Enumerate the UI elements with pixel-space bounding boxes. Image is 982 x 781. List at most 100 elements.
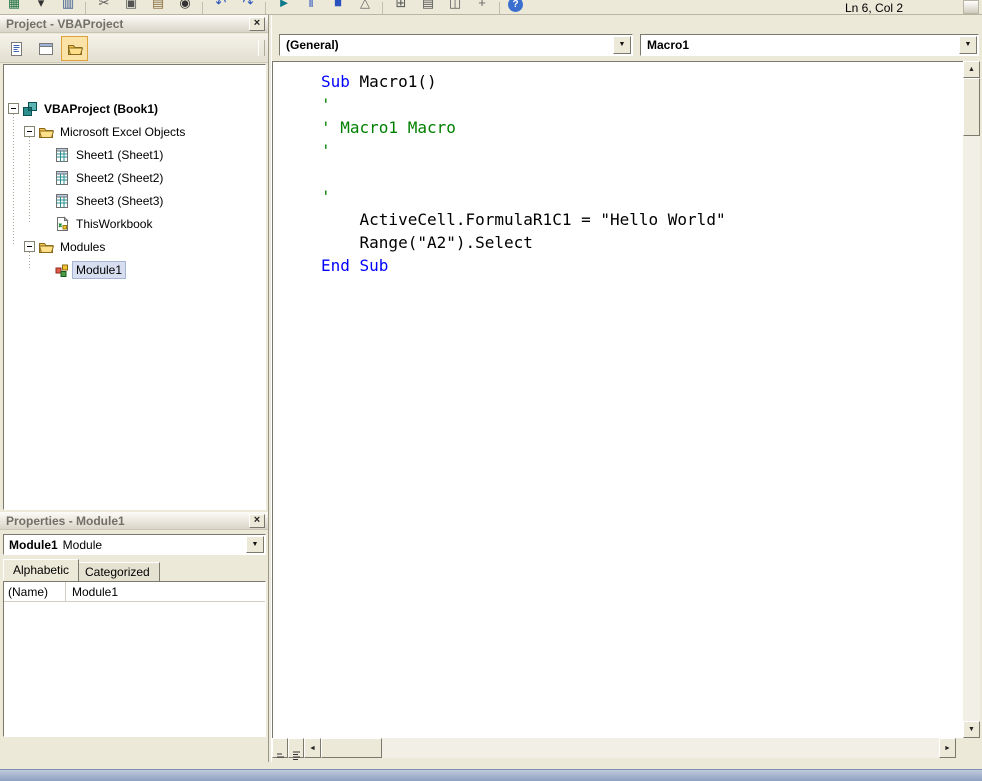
reset-icon[interactable]: ■ <box>328 0 348 13</box>
insert-userform-dropdown-icon[interactable]: ▾ <box>31 0 51 13</box>
tree-item-label: Sheet2 (Sheet2) <box>72 169 167 187</box>
horizontal-scroll-thumb[interactable] <box>321 738 382 758</box>
redo-icon[interactable]: ↷ <box>238 0 258 13</box>
copy-icon[interactable]: ▣ <box>121 0 141 13</box>
full-module-view-icon <box>292 751 302 760</box>
selected-object-type: Module <box>63 538 102 552</box>
property-value[interactable]: Module1 <box>66 585 265 599</box>
dropdown-arrow-icon[interactable]: ▼ <box>959 36 977 54</box>
scroll-right-button[interactable]: ► <box>939 738 956 758</box>
code-editor[interactable]: Sub Macro1()'' Macro1 Macro' ' ActiveCel… <box>272 61 963 738</box>
project-tree[interactable]: VBAProject (Book1) Microsoft Excel Object… <box>3 64 266 510</box>
toolbar-separator <box>202 2 203 14</box>
scrollbar-corner <box>956 738 982 758</box>
tree-item-module1[interactable]: Module1 <box>4 258 265 281</box>
tree-item-label: VBAProject (Book1) <box>40 100 162 118</box>
vertical-scroll-thumb[interactable] <box>963 78 980 136</box>
tree-item-label: Sheet1 (Sheet1) <box>72 146 167 164</box>
tree-item-microsoft-excel-objects[interactable]: Microsoft Excel Objects <box>4 120 265 143</box>
view-object-icon <box>38 41 54 57</box>
bottom-strip <box>0 769 982 781</box>
tab-categorized[interactable]: Categorized <box>75 562 160 581</box>
tree-item-sheet1-sheet1[interactable]: Sheet1 (Sheet1) <box>4 143 265 166</box>
properties-panel-titlebar[interactable]: Properties - Module1 × <box>0 512 268 530</box>
scroll-down-button[interactable]: ▼ <box>963 721 980 738</box>
folder-open-icon <box>38 124 56 140</box>
procedure-view-icon <box>276 752 286 760</box>
procedure-dropdown[interactable]: Macro1 ▼ <box>640 34 979 56</box>
project-explorer-icon[interactable]: ⊞ <box>391 0 411 13</box>
break-icon[interactable]: ‖ <box>301 0 321 13</box>
code-line: ' <box>321 139 963 162</box>
tree-item-sheet2-sheet2[interactable]: Sheet2 (Sheet2) <box>4 166 265 189</box>
toolbox-icon[interactable]: + <box>472 0 492 13</box>
tree-collapse-icon[interactable] <box>24 241 35 252</box>
horizontal-scrollbar[interactable]: ◄ ► <box>304 738 956 758</box>
view-excel-icon[interactable]: ▦ <box>4 0 24 13</box>
workbook-icon <box>54 216 72 232</box>
module-icon <box>54 262 72 278</box>
object-browser-icon[interactable]: ◫ <box>445 0 465 13</box>
properties-window-icon[interactable]: ▤ <box>418 0 438 13</box>
tree-item-label: Microsoft Excel Objects <box>56 123 189 141</box>
code-line: Sub Macro1() <box>321 70 963 93</box>
toolbar-options-handle[interactable] <box>963 0 979 14</box>
save-icon[interactable]: ▥ <box>58 0 78 13</box>
scroll-up-button[interactable]: ▲ <box>963 61 980 78</box>
design-mode-icon[interactable]: △ <box>355 0 375 13</box>
object-selector-dropdown[interactable]: Module1 Module ▼ <box>3 534 266 555</box>
line-col-indicator: Ln 6, Col 2 <box>845 1 903 15</box>
project-explorer-panel: Project - VBAProject × VBAProject (Book1… <box>0 15 269 512</box>
view-code-button[interactable] <box>3 36 30 61</box>
code-text: Sub Macro1()'' Macro1 Macro' ' ActiveCel… <box>273 62 963 277</box>
toolbar-separator <box>265 2 266 14</box>
code-line: ActiveCell.FormulaR1C1 = "Hello World" <box>321 208 963 231</box>
properties-grid[interactable]: (Name)Module1 <box>3 581 266 737</box>
project-panel-close-button[interactable]: × <box>249 17 265 31</box>
tree-item-sheet3-sheet3[interactable]: Sheet3 (Sheet3) <box>4 189 265 212</box>
toggle-folders-icon <box>67 41 83 57</box>
procedure-view-button[interactable] <box>272 738 288 758</box>
scroll-left-button[interactable]: ◄ <box>304 738 321 758</box>
project-panel-title: Project - VBAProject <box>6 17 249 31</box>
tree-item-thisworkbook[interactable]: ThisWorkbook <box>4 212 265 235</box>
full-module-view-button[interactable] <box>288 738 304 758</box>
run-macro-icon[interactable]: ► <box>274 0 294 13</box>
help-icon[interactable]: ? <box>508 0 523 12</box>
vertical-scrollbar[interactable]: ▲ ▼ <box>963 61 980 738</box>
tree-item-label: Module1 <box>72 261 126 279</box>
find-icon[interactable]: ◉ <box>175 0 195 13</box>
tab-alphabetic[interactable]: Alphabetic <box>3 559 79 581</box>
tree-item-label: Modules <box>56 238 109 256</box>
object-dropdown-value: (General) <box>286 38 339 52</box>
toggle-folders-button[interactable] <box>61 36 88 61</box>
code-line: ' Macro1 Macro <box>321 116 963 139</box>
project-panel-titlebar[interactable]: Project - VBAProject × <box>0 15 268 33</box>
worksheet-icon <box>54 170 72 186</box>
undo-icon[interactable]: ↶ <box>211 0 231 13</box>
tree-collapse-icon[interactable] <box>24 126 35 137</box>
dropdown-arrow-icon[interactable]: ▼ <box>246 536 264 553</box>
property-row[interactable]: (Name)Module1 <box>4 582 265 602</box>
dropdown-arrow-icon[interactable]: ▼ <box>613 36 631 54</box>
tree-item-vbaproject-book1[interactable]: VBAProject (Book1) <box>4 97 265 120</box>
worksheet-icon <box>54 147 72 163</box>
paste-icon[interactable]: ▤ <box>148 0 168 13</box>
code-line: Range("A2").Select <box>321 231 963 254</box>
properties-panel-close-button[interactable]: × <box>249 514 265 528</box>
code-line: ' <box>321 185 963 208</box>
view-object-button[interactable] <box>32 36 59 61</box>
tree-collapse-icon[interactable] <box>8 103 19 114</box>
properties-tabs: Alphabetic Categorized <box>3 559 265 581</box>
tree-item-label: Sheet3 (Sheet3) <box>72 192 167 210</box>
object-dropdown[interactable]: (General) ▼ <box>279 34 633 56</box>
code-line <box>321 162 963 185</box>
selected-object-name: Module1 <box>9 538 58 552</box>
properties-panel-title: Properties - Module1 <box>6 514 249 528</box>
worksheet-icon <box>54 193 72 209</box>
panel-toolbar-gripper[interactable] <box>258 40 265 56</box>
procedure-dropdown-value: Macro1 <box>647 38 689 52</box>
tree-item-modules[interactable]: Modules <box>4 235 265 258</box>
cut-icon[interactable]: ✂ <box>94 0 114 13</box>
main-toolbar: ▦ ▾ ▥ ✂ ▣ ▤ ◉ ↶ ↷ ► ‖ ■ △ ⊞ ▤ ◫ +? Ln 6, Col 2 <box>0 0 982 15</box>
